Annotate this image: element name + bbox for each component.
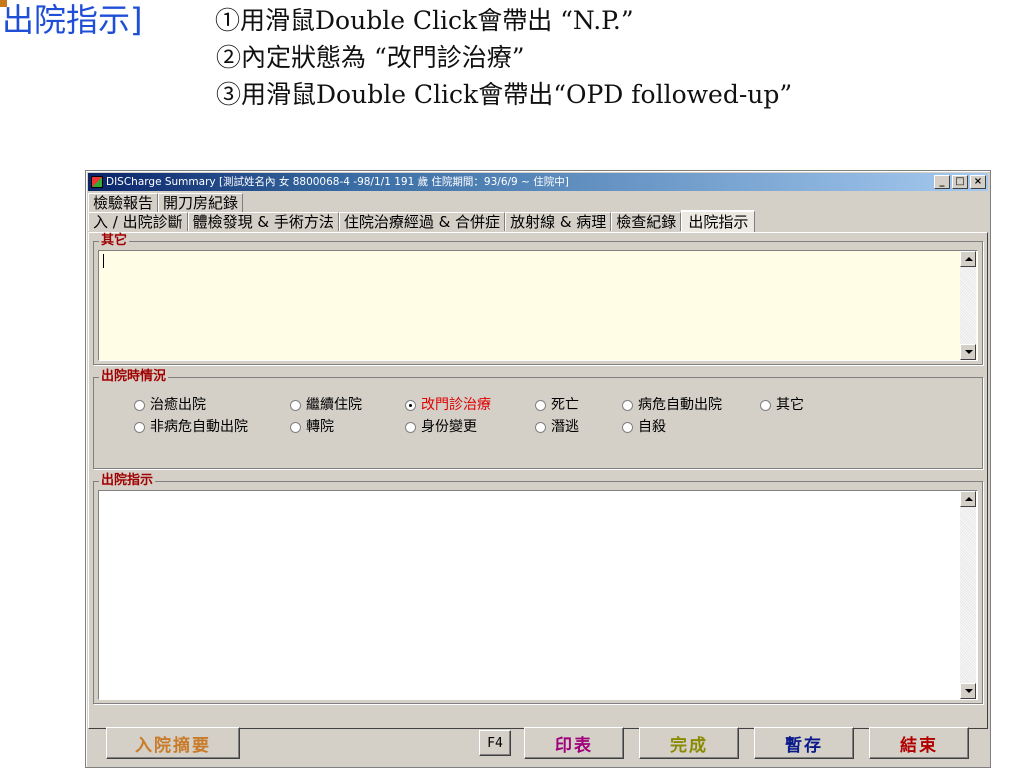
- instructions-scrollbar[interactable]: [960, 491, 976, 699]
- tab-row-2: 入 / 出院診斷 體檢發現 & 手術方法 住院治療經過 & 合併症 放射線 & …: [88, 210, 756, 233]
- f4-button[interactable]: F4: [479, 730, 511, 756]
- slide-title: 出院指示]: [2, 1, 143, 39]
- radio-opd-treatment[interactable]: 改門診治療: [405, 396, 491, 414]
- tab-row-1: 檢驗報告 開刀房紀錄: [88, 193, 244, 212]
- radio-circle-icon: [405, 399, 416, 411]
- discharge-instructions-textarea[interactable]: [98, 490, 978, 700]
- other-group-label: 其它: [99, 233, 130, 249]
- radio-circle-icon: [405, 421, 416, 433]
- admission-summary-button[interactable]: 入院摘要: [106, 727, 240, 759]
- tab-panel: 其它 出院時情況 治癒出院 繼續住院 改門診治療 死亡 病危自動出院 其它 非病…: [88, 232, 988, 729]
- scroll-up-button[interactable]: [960, 251, 976, 267]
- radio-noncritical-self-discharge[interactable]: 非病危自動出院: [134, 418, 248, 436]
- tab-treatment-course[interactable]: 住院治療經過 & 合併症: [338, 212, 506, 231]
- text-caret: [103, 254, 104, 268]
- radio-circle-icon: [134, 421, 145, 433]
- radio-continue-stay[interactable]: 繼續住院: [290, 396, 362, 414]
- discharge-status-label: 出院時情況: [99, 369, 169, 385]
- close-button[interactable]: ×: [970, 175, 986, 189]
- arrow-up-icon: [965, 257, 973, 261]
- arrow-up-icon: [965, 497, 973, 501]
- radio-circle-icon: [134, 399, 145, 411]
- radio-circle-icon: [535, 399, 546, 411]
- radio-circle-icon: [622, 399, 633, 411]
- tab-diagnosis[interactable]: 入 / 出院診斷: [88, 212, 188, 231]
- note-2: ②內定狀態為 “改門診治療”: [216, 43, 525, 72]
- maximize-button[interactable]: □: [952, 175, 968, 189]
- radio-circle-icon: [535, 421, 546, 433]
- radio-suicide[interactable]: 自殺: [622, 418, 666, 436]
- other-group: 其它: [93, 233, 983, 365]
- exit-button[interactable]: 結束: [869, 727, 969, 759]
- note-1: ①用滑鼠Double Click會帶出 “N.P.”: [215, 6, 634, 35]
- other-textarea[interactable]: [98, 250, 978, 361]
- window-title: DISCharge Summary [測試姓名內 女 8800068-4 -98…: [106, 176, 569, 188]
- scroll-down-button[interactable]: [960, 683, 976, 699]
- discharge-summary-window: DISCharge Summary [測試姓名內 女 8800068-4 -98…: [85, 170, 991, 768]
- title-bar: DISCharge Summary [測試姓名內 女 8800068-4 -98…: [88, 173, 988, 191]
- tab-physical-exam[interactable]: 體檢發現 & 手術方法: [187, 212, 339, 231]
- discharge-instructions-label: 出院指示: [99, 473, 156, 489]
- scroll-up-button[interactable]: [960, 491, 976, 507]
- tab-discharge-instructions[interactable]: 出院指示: [681, 210, 756, 233]
- radio-circle-icon: [290, 399, 301, 411]
- discharge-instructions-group: 出院指示: [93, 473, 983, 704]
- arrow-down-icon: [965, 350, 973, 354]
- note-3: ③用滑鼠Double Click會帶出“OPD followed-up”: [216, 80, 793, 109]
- radio-transfer[interactable]: 轉院: [290, 418, 334, 436]
- minimize-button[interactable]: _: [934, 175, 950, 189]
- radio-circle-icon: [290, 421, 301, 433]
- scroll-down-button[interactable]: [960, 344, 976, 360]
- save-draft-button[interactable]: 暫存: [754, 727, 854, 759]
- radio-circle-icon: [622, 421, 633, 433]
- radio-critical-self-discharge[interactable]: 病危自動出院: [622, 396, 722, 414]
- arrow-down-icon: [965, 689, 973, 693]
- radio-escape[interactable]: 潛逃: [535, 418, 579, 436]
- print-button[interactable]: 印表: [524, 727, 624, 759]
- tab-exam-record[interactable]: 檢查紀錄: [611, 212, 682, 231]
- radio-circle-icon: [760, 399, 771, 411]
- tab-or-record[interactable]: 開刀房紀錄: [158, 193, 244, 212]
- radio-death[interactable]: 死亡: [535, 396, 579, 414]
- radio-status-change[interactable]: 身份變更: [405, 418, 477, 436]
- other-scrollbar[interactable]: [960, 251, 976, 360]
- radio-cured[interactable]: 治癒出院: [134, 396, 206, 414]
- app-icon: [91, 176, 103, 188]
- tab-radiology-pathology[interactable]: 放射線 & 病理: [505, 212, 612, 231]
- discharge-status-group: 出院時情況 治癒出院 繼續住院 改門診治療 死亡 病危自動出院 其它 非病危自動…: [93, 369, 983, 469]
- radio-other[interactable]: 其它: [760, 396, 804, 414]
- complete-button[interactable]: 完成: [639, 727, 739, 759]
- tab-lab-report[interactable]: 檢驗報告: [88, 193, 159, 212]
